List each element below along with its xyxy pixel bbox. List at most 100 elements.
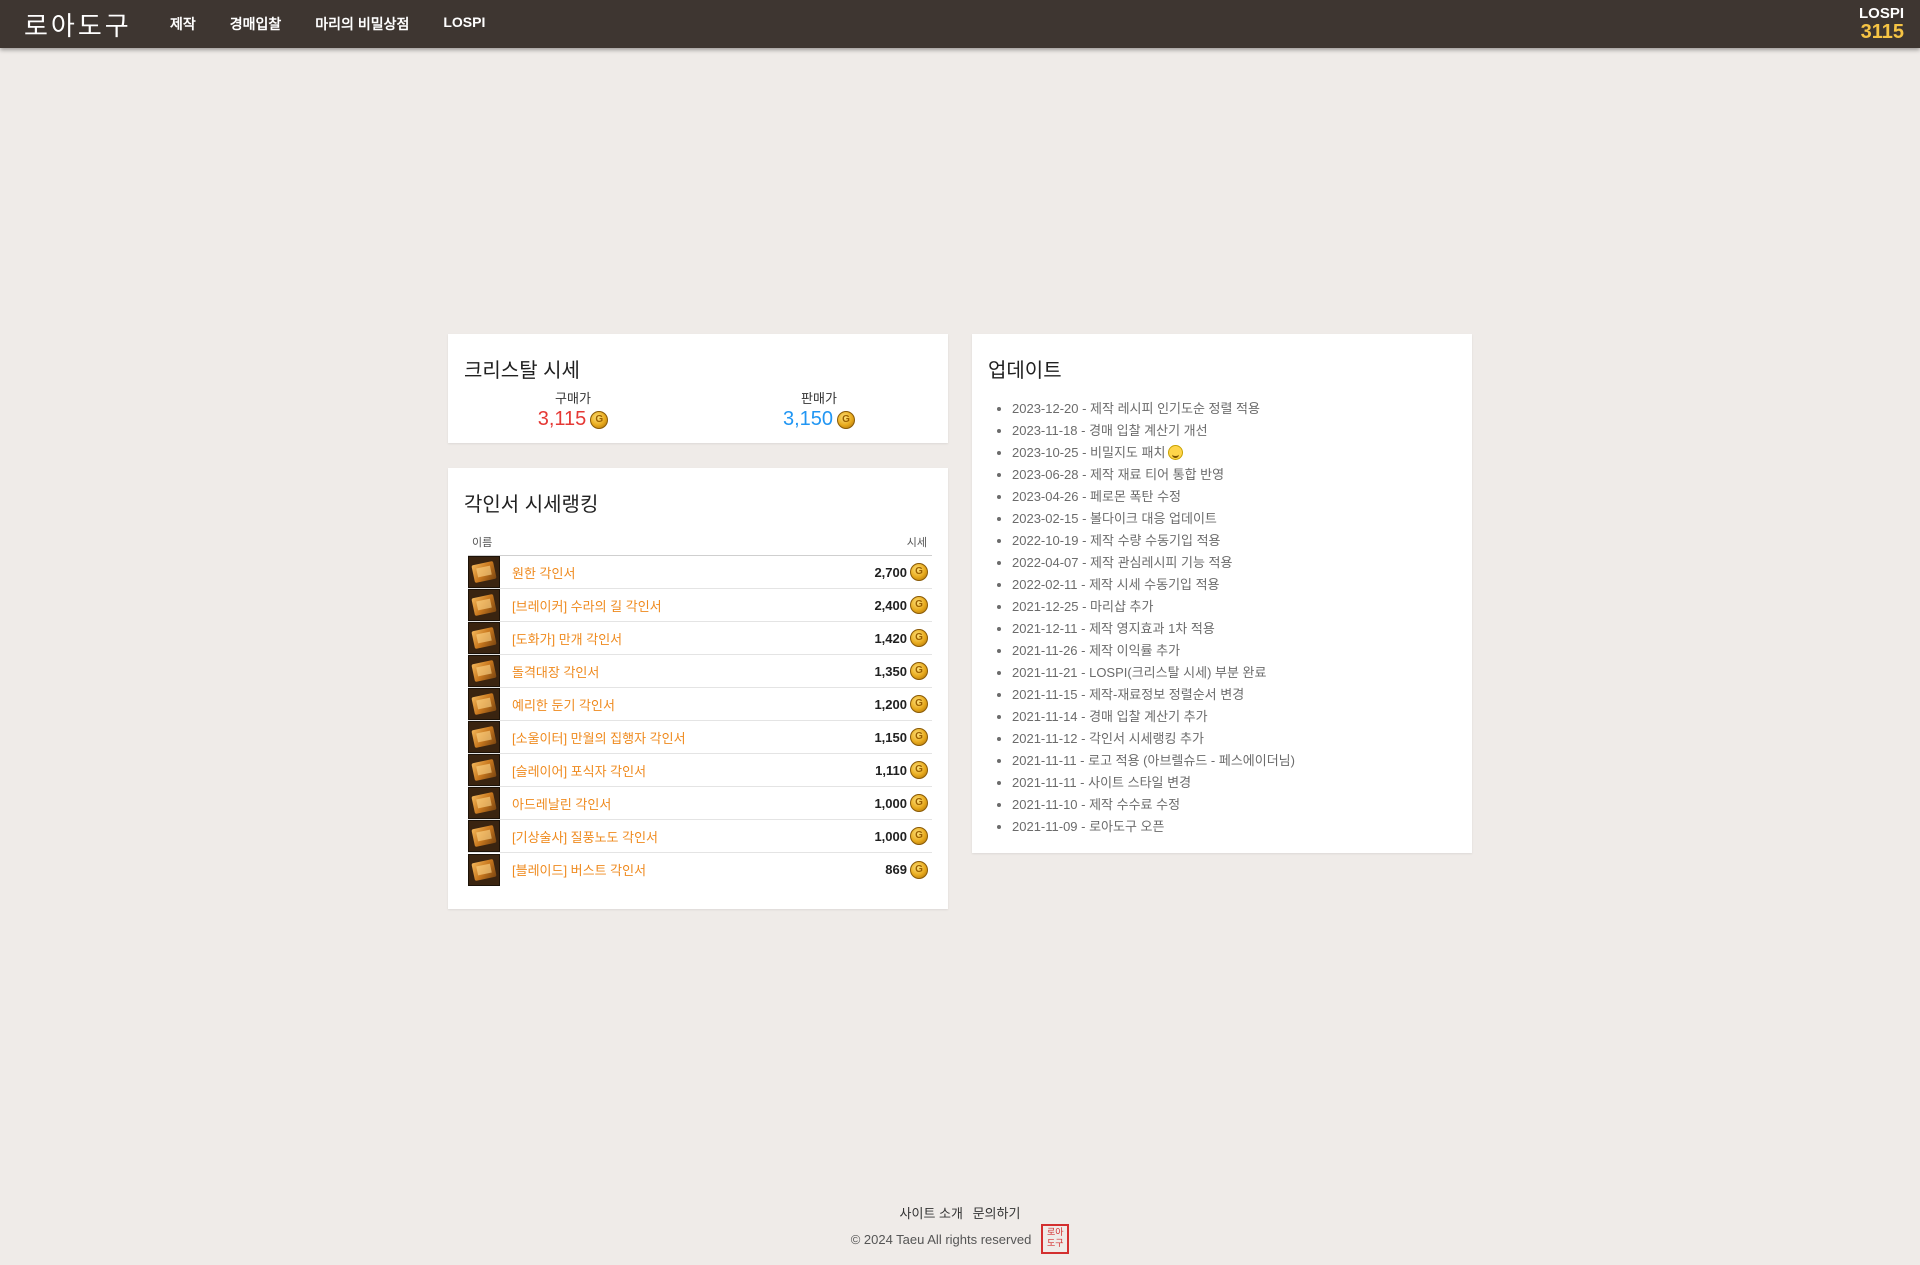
- engraving-ranking-card: 각인서 시세랭킹 이름 시세 원한 각인서2,700[브레이커] 수라의 길 각…: [448, 468, 948, 909]
- update-item-text: 2022-10-19 - 제작 수량 수동기입 적용: [1012, 533, 1221, 548]
- engraving-book-icon: [468, 853, 500, 886]
- ranking-row: 아드레날린 각인서 1,000: [468, 787, 932, 820]
- update-item-text: 2022-04-07 - 제작 관심레시피 기능 적용: [1012, 555, 1233, 570]
- engraving-name-link[interactable]: 예리한 둔기 각인서: [512, 695, 874, 714]
- sell-price-label: 판매가: [801, 391, 837, 406]
- ranking-row: 돌격대장 각인서 1,350: [468, 655, 932, 688]
- engraving-name-link[interactable]: 아드레날린 각인서: [512, 794, 874, 813]
- update-item-text: 2021-11-21 - LOSPI(크리스탈 시세) 부분 완료: [1012, 665, 1267, 680]
- engraving-name-link[interactable]: [슬레이어] 포식자 각인서: [512, 761, 875, 780]
- footer-copyright: © 2024 Taeu All rights reserved 로아 도구: [0, 1224, 1920, 1254]
- engraving-price: 1,150: [874, 729, 907, 745]
- update-item-text: 2023-02-15 - 볼다이크 대응 업데이트: [1012, 511, 1217, 526]
- smile-emoji-icon: [1168, 445, 1184, 460]
- engraving-price: 1,000: [874, 828, 907, 844]
- updates-card-title: 업데이트: [988, 360, 1062, 382]
- ranking-row: [도화가] 만개 각인서 1,420: [468, 622, 932, 655]
- ranking-card-title: 각인서 시세랭킹: [464, 494, 599, 516]
- ranking-table: 이름 시세 원한 각인서2,700[브레이커] 수라의 길 각인서2,400[도…: [468, 528, 932, 886]
- site-seal-logo: 로아 도구: [1041, 1224, 1070, 1254]
- update-item-text: 2023-10-25 - 비밀지도 패치: [1012, 445, 1166, 460]
- engraving-price: 1,000: [874, 795, 907, 811]
- update-item-text: 2021-12-11 - 제작 영지효과 1차 적용: [1012, 621, 1215, 636]
- update-item-text: 2021-11-12 - 각인서 시세랭킹 추가: [1012, 731, 1204, 746]
- gold-coin-icon: [910, 662, 928, 680]
- lospi-indicator: LOSPI 3115: [1859, 6, 1904, 42]
- engraving-book-icon: [468, 622, 500, 654]
- footer-about-link[interactable]: 사이트 소개: [900, 1206, 963, 1221]
- nav-item-lospi[interactable]: LOSPI: [443, 14, 485, 34]
- update-item: 2021-11-12 - 각인서 시세랭킹 추가: [1012, 728, 1295, 750]
- engraving-name-link[interactable]: [블레이드] 버스트 각인서: [512, 860, 885, 879]
- ranking-row: [기상술사] 질풍노도 각인서 1,000: [468, 820, 932, 853]
- engraving-name-link[interactable]: 돌격대장 각인서: [512, 662, 874, 681]
- buy-price-value: 3,115: [537, 408, 587, 430]
- engraving-name-link[interactable]: [브레이커] 수라의 길 각인서: [512, 596, 874, 615]
- gold-coin-icon: [910, 860, 928, 879]
- gold-coin-icon: [910, 629, 928, 647]
- gold-coin-icon: [837, 410, 856, 429]
- engraving-book-icon: [468, 556, 500, 588]
- engraving-book-icon: [468, 589, 500, 621]
- update-item: 2022-04-07 - 제작 관심레시피 기능 적용: [1012, 552, 1295, 574]
- updates-list: 2023-12-20 - 제작 레시피 인기도순 정렬 적용 2023-11-18…: [1012, 398, 1295, 838]
- engraving-book-icon: [468, 688, 500, 720]
- ranking-row: [슬레이어] 포식자 각인서 1,110: [468, 754, 932, 787]
- gold-coin-icon: [910, 596, 928, 614]
- column-header-name[interactable]: 이름: [472, 534, 492, 550]
- buy-price-label: 구매가: [555, 391, 591, 406]
- engraving-name-link[interactable]: [소울이터] 만월의 집행자 각인서: [512, 728, 874, 747]
- update-item: 2021-12-11 - 제작 영지효과 1차 적용: [1012, 618, 1295, 640]
- gold-coin-icon: [910, 563, 928, 581]
- engraving-price: 1,200: [874, 696, 907, 712]
- engraving-price: 1,350: [874, 663, 907, 679]
- copyright-text: © 2024 Taeu All rights reserved: [850, 1231, 1032, 1247]
- update-item: 2023-06-28 - 제작 재료 티어 통합 반영: [1012, 464, 1295, 486]
- ranking-row: 원한 각인서 2,700: [468, 556, 932, 589]
- update-item-text: 2022-02-11 - 제작 시세 수동기입 적용: [1012, 577, 1220, 592]
- engraving-name-link[interactable]: [도화가] 만개 각인서: [512, 629, 874, 648]
- update-item: 2021-11-21 - LOSPI(크리스탈 시세) 부분 완료: [1012, 662, 1295, 684]
- updates-card: 업데이트 2023-12-20 - 제작 레시피 인기도순 정렬 적용2023-…: [972, 334, 1472, 853]
- update-item-text: 2021-11-10 - 제작 수수료 수정: [1012, 797, 1181, 812]
- update-item-text: 2023-12-20 - 제작 레시피 인기도순 정렬 적용: [1012, 401, 1260, 416]
- update-item-text: 2023-04-26 - 페로몬 폭탄 수정: [1012, 489, 1181, 504]
- sell-price-column: 판매가 3,150: [694, 388, 944, 431]
- update-item: 2021-11-14 - 경매 입찰 계산기 추가: [1012, 706, 1295, 728]
- ranking-rows: 원한 각인서2,700[브레이커] 수라의 길 각인서2,400[도화가] 만개…: [468, 556, 932, 886]
- gold-coin-icon: [910, 695, 928, 713]
- engraving-book-icon: [468, 820, 500, 852]
- nav-item-craft[interactable]: 제작: [170, 14, 196, 34]
- update-item-text: 2021-11-11 - 로고 적용 (아브렐슈드 - 페스에이더님): [1012, 753, 1295, 768]
- nav-item-mari-shop[interactable]: 마리의 비밀상점: [315, 14, 409, 34]
- engraving-name-link[interactable]: [기상술사] 질풍노도 각인서: [512, 827, 874, 846]
- update-item-text: 2021-11-15 - 제작-재료정보 정렬순서 변경: [1012, 687, 1245, 702]
- crystal-price-card: 크리스탈 시세 구매가 3,115 판매가 3,150: [448, 334, 948, 443]
- site-logo[interactable]: 로아도구: [24, 9, 129, 42]
- engraving-book-icon: [468, 754, 500, 786]
- update-item-text: 2021-11-26 - 제작 이익률 추가: [1012, 643, 1181, 658]
- engraving-book-icon: [468, 721, 500, 753]
- update-item: 2023-12-20 - 제작 레시피 인기도순 정렬 적용: [1012, 398, 1295, 420]
- update-item: 2021-11-11 - 로고 적용 (아브렐슈드 - 페스에이더님): [1012, 750, 1295, 772]
- footer-links: 사이트 소개 문의하기: [0, 1203, 1920, 1222]
- engraving-price: 1,110: [875, 762, 907, 778]
- main-nav: 제작 경매입찰 마리의 비밀상점 LOSPI: [170, 14, 519, 34]
- update-item: 2023-10-25 - 비밀지도 패치: [1012, 442, 1295, 464]
- ranking-row: [브레이커] 수라의 길 각인서 2,400: [468, 589, 932, 622]
- update-item: 2021-11-09 - 로아도구 오픈: [1012, 816, 1295, 838]
- column-header-price[interactable]: 시세: [907, 534, 927, 550]
- sell-price-value: 3,150: [782, 408, 834, 430]
- footer-contact-link[interactable]: 문의하기: [973, 1206, 1021, 1221]
- engraving-price: 2,700: [874, 564, 907, 580]
- ranking-row: [블레이드] 버스트 각인서 869: [468, 853, 932, 886]
- gold-coin-icon: [910, 728, 928, 746]
- update-item-text: 2023-06-28 - 제작 재료 티어 통합 반영: [1012, 467, 1225, 482]
- update-item: 2022-02-11 - 제작 시세 수동기입 적용: [1012, 574, 1295, 596]
- gold-coin-icon: [910, 827, 928, 845]
- engraving-name-link[interactable]: 원한 각인서: [512, 563, 874, 582]
- nav-item-auction[interactable]: 경매입찰: [230, 14, 282, 34]
- lospi-value: 3115: [1860, 21, 1904, 43]
- update-item-text: 2021-11-11 - 사이트 스타일 변경: [1012, 775, 1192, 790]
- top-navbar: 로아도구 제작 경매입찰 마리의 비밀상점 LOSPI LOSPI 3115: [0, 0, 1920, 48]
